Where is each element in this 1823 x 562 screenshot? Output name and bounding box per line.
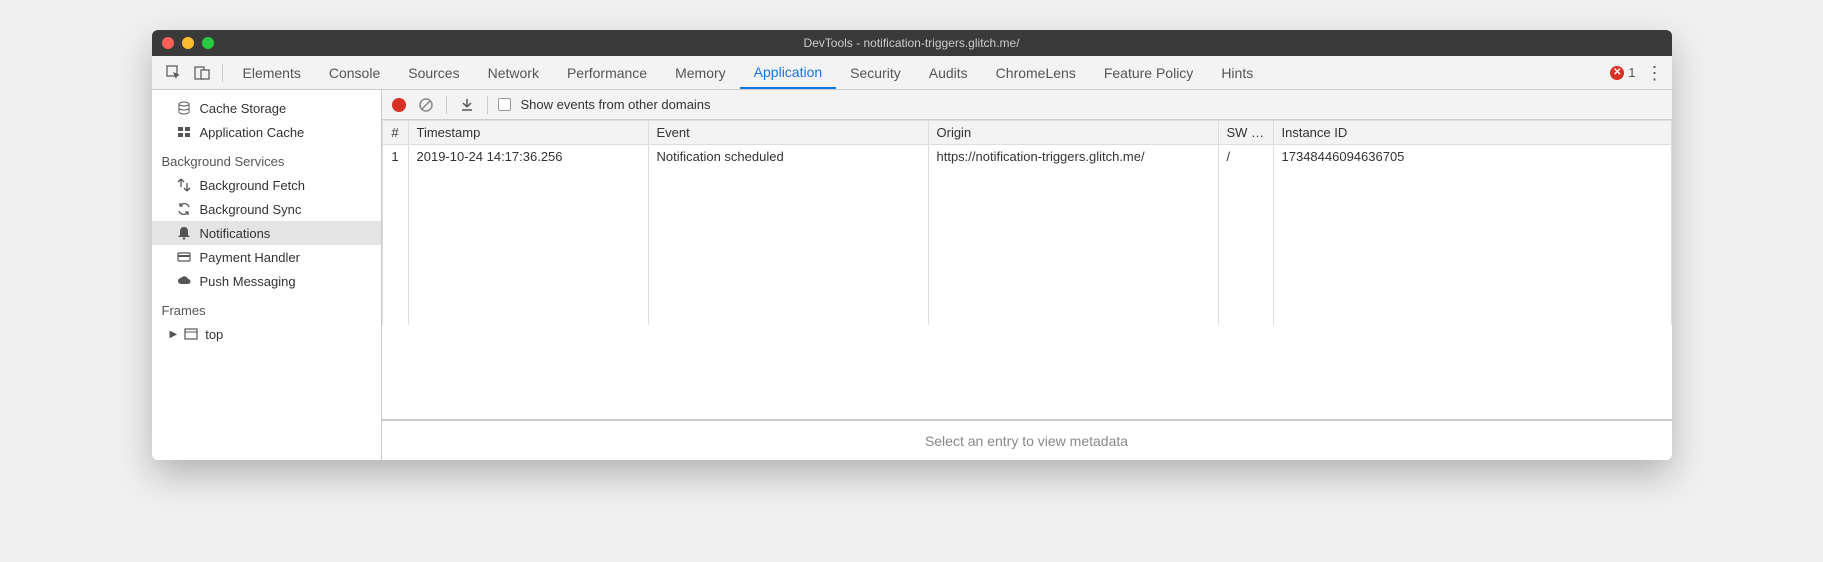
tab-console[interactable]: Console xyxy=(315,56,394,89)
col-header-origin[interactable]: Origin xyxy=(928,121,1218,145)
show-other-domains-checkbox[interactable] xyxy=(498,98,511,111)
card-icon xyxy=(176,249,192,265)
panel-tabs: ElementsConsoleSourcesNetworkPerformance… xyxy=(229,56,1268,89)
cell-timestamp: 2019-10-24 14:17:36.256 xyxy=(408,145,648,325)
sidebar-item-notifications[interactable]: Notifications xyxy=(152,221,381,245)
window-title: DevTools - notification-triggers.glitch.… xyxy=(803,36,1019,50)
sidebar-item-background-sync[interactable]: Background Sync xyxy=(152,197,381,221)
close-window-button[interactable] xyxy=(162,37,174,49)
database-icon xyxy=(176,100,192,116)
devtools-window: DevTools - notification-triggers.glitch.… xyxy=(152,30,1672,460)
titlebar: DevTools - notification-triggers.glitch.… xyxy=(152,30,1672,56)
tab-feature-policy[interactable]: Feature Policy xyxy=(1090,56,1207,89)
main-area: Cache Storage Application Cache Backgrou… xyxy=(152,90,1672,460)
cell-num: 1 xyxy=(382,145,408,325)
sidebar-label: Application Cache xyxy=(200,125,305,140)
divider xyxy=(222,64,223,82)
application-sidebar: Cache Storage Application Cache Backgrou… xyxy=(152,90,382,460)
col-header-timestamp[interactable]: Timestamp xyxy=(408,121,648,145)
error-badge[interactable]: ✕ 1 xyxy=(1610,65,1635,80)
events-toolbar: Show events from other domains xyxy=(382,90,1672,120)
fetch-icon xyxy=(176,177,192,193)
clear-button[interactable] xyxy=(416,95,436,115)
tab-security[interactable]: Security xyxy=(836,56,915,89)
sidebar-label: Notifications xyxy=(200,226,271,241)
window-controls xyxy=(152,37,214,49)
divider xyxy=(446,96,447,114)
sync-icon xyxy=(176,201,192,217)
cloud-icon xyxy=(176,273,192,289)
more-menu-button[interactable]: ⋮ xyxy=(1646,64,1664,82)
col-header-instance[interactable]: Instance ID xyxy=(1273,121,1671,145)
col-header-sw[interactable]: SW … xyxy=(1218,121,1273,145)
minimize-window-button[interactable] xyxy=(182,37,194,49)
sidebar-item-frame-top[interactable]: ▶ top xyxy=(152,322,381,346)
tab-application[interactable]: Application xyxy=(740,56,837,89)
tab-sources[interactable]: Sources xyxy=(394,56,473,89)
clear-icon xyxy=(418,97,434,113)
grid-icon xyxy=(176,124,192,140)
tab-chromelens[interactable]: ChromeLens xyxy=(982,56,1090,89)
cell-sw: / xyxy=(1218,145,1273,325)
detail-placeholder: Select an entry to view metadata xyxy=(925,433,1128,449)
tab-performance[interactable]: Performance xyxy=(553,56,661,89)
sidebar-item-payment-handler[interactable]: Payment Handler xyxy=(152,245,381,269)
error-count: 1 xyxy=(1628,65,1635,80)
show-other-domains-label: Show events from other domains xyxy=(521,97,711,112)
cell-instance: 17348446094636705 xyxy=(1273,145,1671,325)
col-header-num[interactable]: # xyxy=(382,121,408,145)
sidebar-header-frames: Frames xyxy=(152,293,381,322)
tabbar-right: ✕ 1 ⋮ xyxy=(1610,64,1663,82)
record-button[interactable] xyxy=(392,98,406,112)
table-header-row: # Timestamp Event Origin SW … Instance I… xyxy=(382,121,1671,145)
inspect-element-button[interactable] xyxy=(160,59,188,87)
sidebar-item-push-messaging[interactable]: Push Messaging xyxy=(152,269,381,293)
sidebar-item-cache-storage[interactable]: Cache Storage xyxy=(152,96,381,120)
events-table-wrap: # Timestamp Event Origin SW … Instance I… xyxy=(382,120,1672,420)
tab-elements[interactable]: Elements xyxy=(229,56,315,89)
tab-hints[interactable]: Hints xyxy=(1207,56,1267,89)
content-area: Show events from other domains # Timesta… xyxy=(382,90,1672,460)
divider xyxy=(487,96,488,114)
download-icon xyxy=(459,97,475,113)
tab-network[interactable]: Network xyxy=(474,56,553,89)
sidebar-label: Push Messaging xyxy=(200,274,296,289)
sidebar-label: Payment Handler xyxy=(200,250,300,265)
col-header-event[interactable]: Event xyxy=(648,121,928,145)
maximize-window-button[interactable] xyxy=(202,37,214,49)
error-icon: ✕ xyxy=(1610,66,1624,80)
device-toolbar-button[interactable] xyxy=(188,59,216,87)
tab-memory[interactable]: Memory xyxy=(661,56,740,89)
triangle-right-icon: ▶ xyxy=(170,329,178,340)
device-icon xyxy=(194,65,210,81)
download-button[interactable] xyxy=(457,95,477,115)
sidebar-label: Background Fetch xyxy=(200,178,306,193)
sidebar-item-application-cache[interactable]: Application Cache xyxy=(152,120,381,144)
sidebar-label: Background Sync xyxy=(200,202,302,217)
cell-event: Notification scheduled xyxy=(648,145,928,325)
table-row[interactable]: 12019-10-24 14:17:36.256Notification sch… xyxy=(382,145,1671,325)
cell-origin: https://notification-triggers.glitch.me/ xyxy=(928,145,1218,325)
frame-icon xyxy=(183,326,199,342)
tab-audits[interactable]: Audits xyxy=(915,56,982,89)
inspect-icon xyxy=(166,65,182,81)
devtools-tabbar: ElementsConsoleSourcesNetworkPerformance… xyxy=(152,56,1672,90)
events-table: # Timestamp Event Origin SW … Instance I… xyxy=(382,120,1672,325)
frame-label: top xyxy=(205,327,223,342)
detail-pane: Select an entry to view metadata xyxy=(382,420,1672,460)
sidebar-header-background-services: Background Services xyxy=(152,144,381,173)
bell-icon xyxy=(176,225,192,241)
sidebar-label: Cache Storage xyxy=(200,101,287,116)
sidebar-item-background-fetch[interactable]: Background Fetch xyxy=(152,173,381,197)
